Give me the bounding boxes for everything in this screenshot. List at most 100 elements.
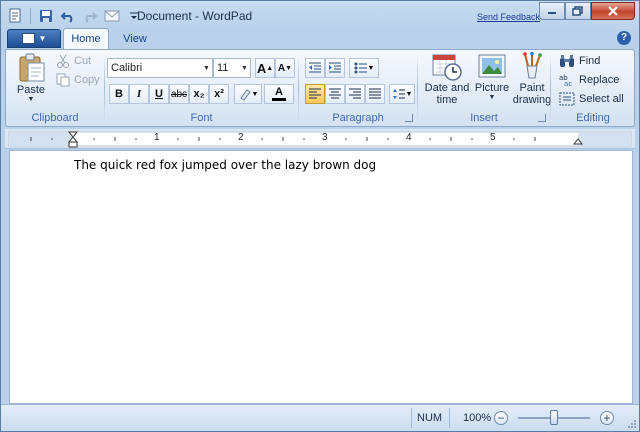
clipboard-group: Paste ▼ Cut Copy Clipboard	[6, 50, 104, 126]
strikethrough-button[interactable]: abc	[169, 84, 189, 104]
find-button[interactable]: Find	[559, 54, 600, 68]
paint-drawing-button[interactable]: Paint drawing	[512, 52, 552, 106]
num-lock-indicator: NUM	[417, 412, 443, 424]
ruler-tick	[177, 138, 179, 140]
align-right-button[interactable]	[345, 84, 365, 104]
svg-text:ac: ac	[564, 80, 572, 87]
paste-button[interactable]: Paste ▼	[12, 52, 50, 103]
font-color-swatch	[272, 98, 286, 101]
highlight-color-button[interactable]: ▼	[234, 84, 262, 104]
ruler-scale	[8, 131, 632, 148]
font-size-dropdown[interactable]: 11 ▼	[213, 58, 251, 78]
zoom-slider-thumb[interactable]	[550, 410, 558, 425]
paste-icon	[19, 53, 45, 82]
editing-group: Find ab ac Replace Select all Editing	[551, 50, 635, 126]
app-icon[interactable]	[5, 6, 25, 26]
ribbon-tabs: ▼ Home View ?	[5, 28, 635, 49]
ruler-tick	[471, 138, 473, 140]
cut-label: Cut	[74, 55, 92, 67]
picture-button[interactable]: Picture ▼	[472, 52, 512, 101]
ruler-number-5: 5	[490, 132, 496, 143]
undo-icon[interactable]	[58, 6, 78, 26]
select-all-button[interactable]: Select all	[559, 92, 624, 106]
ruler[interactable]: 1 2 3 4 5	[5, 129, 635, 149]
superscript-button[interactable]: x²	[209, 84, 229, 104]
font-group-label: Font	[190, 112, 213, 124]
increase-indent-button[interactable]	[325, 58, 345, 78]
shrink-font-icon: A	[277, 62, 286, 74]
binoculars-icon	[560, 55, 574, 67]
chevron-down-icon: ▼	[27, 96, 35, 103]
copy-label: Copy	[74, 74, 100, 86]
align-center-button[interactable]	[325, 84, 345, 104]
save-icon[interactable]	[36, 6, 56, 26]
italic-button[interactable]: I	[129, 84, 149, 104]
ruler-number-3: 3	[322, 132, 328, 143]
ruler-tick	[345, 138, 347, 140]
bold-button[interactable]: B	[109, 84, 129, 104]
ruler-tick	[303, 138, 305, 140]
font-family-value: Calibri	[111, 62, 143, 74]
paint-drawing-label-2: drawing	[512, 94, 552, 106]
align-right-icon	[349, 88, 361, 99]
ruler-tick	[429, 138, 431, 140]
window-controls	[539, 2, 635, 20]
underline-button[interactable]: U	[149, 84, 169, 104]
copy-icon	[56, 73, 70, 87]
redo-icon[interactable]	[80, 6, 100, 26]
zoom-level: 100%	[463, 412, 492, 424]
ribbon: Paste ▼ Cut Copy Clipboard Calibri ▼ 11 …	[5, 49, 635, 127]
decrease-indent-icon	[309, 62, 321, 73]
justify-button[interactable]	[365, 84, 385, 104]
highlighter-icon	[239, 89, 251, 101]
align-left-button[interactable]	[305, 84, 325, 104]
ruler-tick	[513, 138, 515, 140]
chevron-down-icon: ▼	[405, 90, 413, 98]
insert-dialog-launcher[interactable]	[538, 114, 546, 122]
copy-button[interactable]: Copy	[56, 73, 100, 87]
subscript-button[interactable]: x₂	[189, 84, 209, 104]
grow-font-button[interactable]: A ▲	[255, 58, 275, 78]
font-size-value: 11	[217, 62, 229, 74]
zoom-out-button[interactable]: −	[494, 411, 508, 425]
paragraph-dialog-launcher[interactable]	[405, 114, 413, 122]
help-icon[interactable]: ?	[617, 31, 631, 45]
tab-home[interactable]: Home	[63, 28, 109, 49]
status-separator	[449, 408, 450, 428]
application-menu-button[interactable]: ▼	[7, 29, 61, 48]
shrink-font-button[interactable]: A ▼	[275, 58, 295, 78]
minimize-button[interactable]	[539, 2, 565, 20]
replace-icon: abac	[559, 74, 572, 87]
zoom-in-button[interactable]: +	[600, 411, 614, 425]
picture-icon	[478, 54, 506, 78]
ruler-number-4: 4	[406, 132, 412, 143]
ruler-tick	[51, 138, 53, 140]
ruler-tick	[219, 138, 221, 140]
paragraph-group: ▼ ▼ Paragraph	[299, 50, 417, 126]
close-button[interactable]	[591, 2, 635, 20]
tab-view[interactable]: View	[111, 28, 159, 49]
line-spacing-button[interactable]: ▼	[389, 84, 415, 104]
ruler-tick	[387, 138, 389, 140]
insert-group-label: Insert	[470, 112, 498, 124]
scissors-icon	[57, 54, 69, 68]
document-icon	[21, 33, 35, 44]
bullets-button[interactable]: ▼	[349, 58, 379, 78]
title-bar: Document - WordPad Send Feedback	[1, 1, 639, 31]
calendar-clock-icon	[432, 54, 462, 81]
document-editor[interactable]: The quick red fox jumped over the lazy b…	[9, 150, 633, 404]
email-icon[interactable]	[102, 6, 122, 26]
cut-button[interactable]: Cut	[56, 54, 91, 68]
decrease-indent-button[interactable]	[305, 58, 325, 78]
select-all-label: Select all	[579, 93, 624, 105]
font-family-dropdown[interactable]: Calibri ▼	[107, 58, 213, 78]
maximize-button[interactable]	[565, 2, 591, 20]
date-time-button[interactable]: Date and time	[424, 52, 470, 106]
font-group: Calibri ▼ 11 ▼ A ▲ A ▼ B I U abc x₂ x² ▼ A	[105, 50, 298, 126]
document-text[interactable]: The quick red fox jumped over the lazy b…	[74, 158, 376, 172]
font-color-button[interactable]: A	[264, 84, 294, 104]
replace-label: Replace	[579, 74, 620, 86]
replace-button[interactable]: ab ac Replace	[559, 73, 619, 87]
resize-grip-icon[interactable]	[627, 419, 637, 429]
send-feedback-link[interactable]: Send Feedback	[477, 12, 540, 22]
